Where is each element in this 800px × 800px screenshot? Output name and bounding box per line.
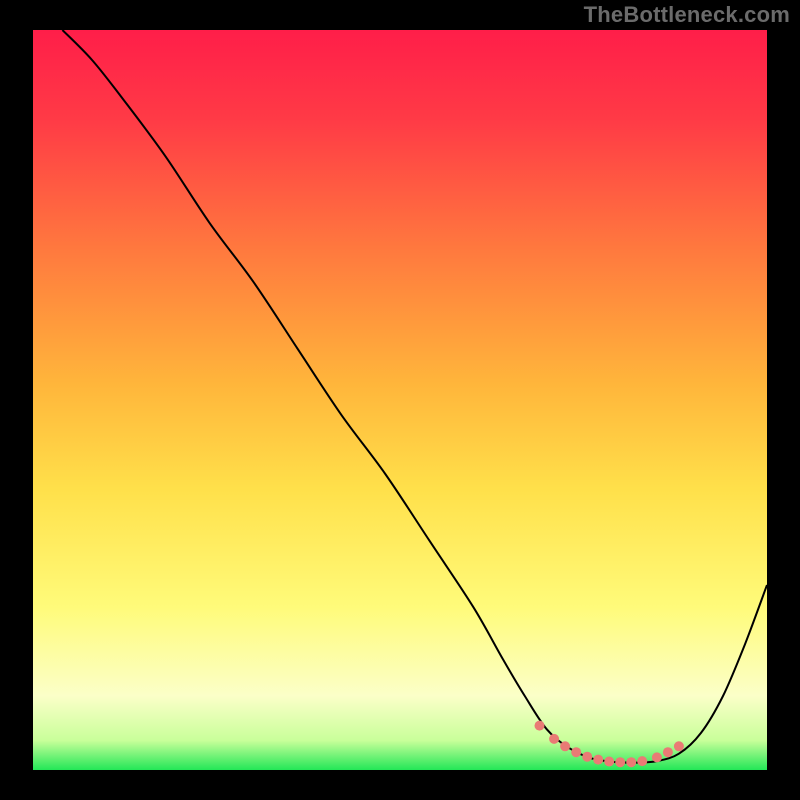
optimal-marker-dot (615, 757, 625, 767)
optimal-marker-dot (535, 721, 545, 731)
optimal-marker-dot (637, 756, 647, 766)
attribution-text: TheBottleneck.com (584, 2, 790, 28)
optimal-marker-dot (571, 747, 581, 757)
optimal-marker-dot (604, 757, 614, 767)
chart-container: TheBottleneck.com (0, 0, 800, 800)
optimal-marker-dot (593, 755, 603, 765)
chart-svg (33, 30, 767, 770)
optimal-marker-dot (652, 752, 662, 762)
optimal-marker-dot (626, 757, 636, 767)
optimal-marker-dot (663, 747, 673, 757)
optimal-marker-dot (674, 741, 684, 751)
plot-area (33, 30, 767, 770)
gradient-background (33, 30, 767, 770)
optimal-marker-dot (560, 741, 570, 751)
optimal-marker-dot (549, 734, 559, 744)
optimal-marker-dot (582, 752, 592, 762)
